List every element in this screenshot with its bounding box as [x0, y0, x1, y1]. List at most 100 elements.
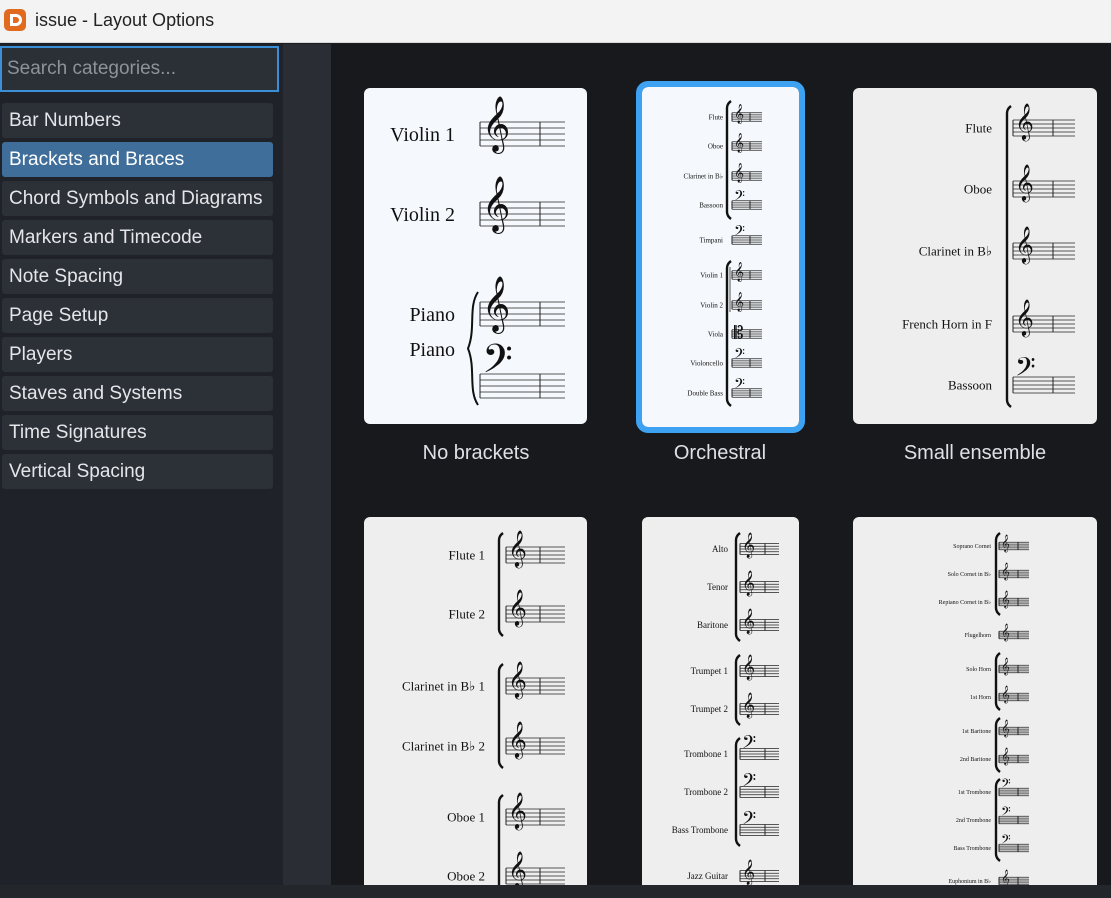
treble-clef-icon: 𝄞: [734, 133, 744, 153]
staff-name: Clarinet in B♭: [684, 172, 723, 180]
treble-clef-icon: 𝄞: [734, 262, 744, 282]
staff-name: Trombone 1: [684, 749, 728, 759]
staff-name: 1st Trombone: [958, 790, 992, 796]
staff-name: Bass Trombone: [953, 846, 991, 852]
treble-clef-icon: 𝄞: [1015, 164, 1034, 202]
treble-clef-icon: 𝄞: [742, 654, 755, 680]
category-chord-symbols-and-diagrams[interactable]: Chord Symbols and Diagrams: [2, 181, 273, 216]
staff-name: Viola: [708, 330, 724, 338]
bracket: [994, 652, 1001, 711]
staff-name: Repiano Cornet in B♭: [939, 599, 991, 606]
bass-clef-icon: 𝄢: [1015, 352, 1036, 388]
option-card-big-band[interactable]: 𝄞 Alto 𝄞 Tenor 𝄞 Baritone 𝄞 Trumpet 1 𝄞 Trumpet 2…: [642, 517, 799, 885]
staff-name: Violoncello: [690, 359, 723, 367]
staff-name: Oboe: [964, 182, 992, 197]
treble-clef-icon: 𝄞: [1001, 591, 1010, 608]
bass-clef-icon: 𝄢: [734, 188, 745, 207]
option-card-small-ensemble[interactable]: 𝄞 Flute 𝄞 Oboe 𝄞 Clarinet in B♭ 𝄞 French Horn i…: [853, 88, 1097, 424]
option-card-no-brackets[interactable]: 𝄞 Violin 1 𝄞 Violin 2 𝄞 Piano 𝄢 Piano: [364, 88, 587, 424]
category-markers-and-timecode[interactable]: Markers and Timecode: [2, 220, 273, 255]
staff-name: Flute 2: [449, 607, 485, 622]
category-page-setup[interactable]: Page Setup: [2, 298, 273, 333]
category-players[interactable]: Players: [2, 337, 273, 372]
treble-clef-icon: 𝄞: [742, 532, 755, 558]
bass-clef-icon: 𝄢: [734, 223, 745, 242]
option-card-orchestral[interactable]: 𝄞 Flute 𝄞 Oboe 𝄞 Clarinet in B♭ 𝄢 Bassoon 𝄢 Timpa…: [636, 81, 805, 433]
option-card-brass-band[interactable]: 𝄞 Soprano Cornet 𝄞 Solo Cornet in B♭ 𝄞 Repian…: [853, 517, 1097, 885]
brass-band-preview: 𝄞 Soprano Cornet 𝄞 Solo Cornet in B♭ 𝄞 Repian…: [939, 532, 1029, 885]
staff-name: Timpani: [700, 236, 724, 244]
treble-clef-icon: 𝄞: [734, 104, 744, 124]
wind-pairs-preview: 𝄞 Flute 1 𝄞 Flute 2 𝄞 Clarinet in B♭ 1 𝄞 Clarin…: [402, 530, 565, 885]
staff-name: Alto: [712, 544, 729, 554]
category-time-signatures[interactable]: Time Signatures: [2, 415, 273, 450]
staff-name: Flugelhorn: [965, 633, 991, 639]
staff-name: Trumpet 1: [691, 666, 728, 676]
staff-name: Flute: [709, 113, 723, 121]
treble-clef-icon: 𝄞: [1015, 226, 1034, 264]
staff-name: Clarinet in B♭: [919, 244, 992, 259]
bass-clef-icon: 𝄢: [734, 376, 745, 395]
treble-clef-icon: 𝄞: [1001, 720, 1010, 737]
staff-name: French Horn in F: [902, 317, 992, 332]
dorico-logo-icon: [4, 9, 26, 31]
treble-clef-icon: 𝄞: [508, 721, 527, 759]
staff-name: Baritone: [697, 620, 728, 630]
staff-name: Bassoon: [948, 378, 993, 393]
treble-clef-icon: 𝄞: [508, 661, 527, 699]
bass-clef-icon: 𝄢: [1001, 806, 1011, 822]
category-brackets-and-braces[interactable]: Brackets and Braces: [2, 142, 273, 177]
treble-clef-icon: 𝄞: [742, 692, 755, 718]
staff-name: Tenor: [707, 582, 728, 592]
staff-name: Violin 1: [390, 124, 455, 146]
orchestral-preview: 𝄞 Flute 𝄞 Oboe 𝄞 Clarinet in B♭ 𝄢 Bassoon 𝄢 Timpa…: [684, 100, 762, 407]
treble-clef-icon: 𝄞: [734, 292, 744, 312]
staff-name: Double Bass: [687, 389, 723, 397]
bass-clef-icon: 𝄢: [734, 346, 745, 365]
staff-name: Flute: [965, 121, 992, 136]
staff-name: Flute 1: [449, 548, 485, 563]
search-input[interactable]: [0, 46, 279, 92]
bracket: [734, 737, 741, 847]
bass-clef-icon: 𝄢: [742, 731, 756, 756]
treble-clef-icon: 𝄞: [482, 277, 510, 334]
staff-name: Soprano Cornet: [953, 544, 991, 550]
staff-name: 2nd Trombone: [956, 818, 992, 824]
brace: [466, 291, 479, 406]
staff-name: Oboe: [708, 142, 723, 150]
category-note-spacing[interactable]: Note Spacing: [2, 259, 273, 294]
staff-name: Oboe 2: [447, 869, 485, 884]
bracket: [497, 663, 504, 769]
category-vertical-spacing[interactable]: Vertical Spacing: [2, 454, 273, 489]
title-bar: issue - Layout Options: [0, 0, 1111, 43]
big-band-preview: 𝄞 Alto 𝄞 Tenor 𝄞 Baritone 𝄞 Trumpet 1 𝄞 Trumpet 2…: [672, 532, 779, 885]
staff-name: 1st Horn: [970, 695, 991, 701]
option-card-wind-pairs[interactable]: 𝄞 Flute 1 𝄞 Flute 2 𝄞 Clarinet in B♭ 1 𝄞 Clarin…: [364, 517, 587, 885]
bass-clef-icon: 𝄢: [742, 807, 756, 832]
treble-clef-icon: 𝄞: [1001, 624, 1010, 641]
treble-clef-icon: 𝄞: [734, 163, 744, 183]
treble-clef-icon: 𝄞: [508, 530, 527, 568]
staff-name: Violin 1: [700, 271, 723, 279]
treble-clef-icon: 𝄞: [1001, 748, 1010, 765]
bass-clef-icon: 𝄢: [1001, 834, 1011, 850]
treble-clef-icon: 𝄞: [482, 97, 510, 154]
category-bar-numbers[interactable]: Bar Numbers: [2, 103, 273, 138]
staff-name: Jazz Guitar: [687, 871, 728, 881]
treble-clef-icon: 𝄞: [1001, 686, 1010, 703]
options-gallery: 𝄞 Violin 1 𝄞 Violin 2 𝄞 Piano 𝄢 Piano No bracke…: [331, 44, 1111, 885]
category-staves-and-systems[interactable]: Staves and Systems: [2, 376, 273, 411]
bass-clef-icon: 𝄢: [742, 769, 756, 794]
staff-name: Violin 2: [700, 301, 723, 309]
status-strip: [0, 885, 1111, 898]
staff-name: Clarinet in B♭ 1: [402, 679, 485, 694]
staff-name: Trumpet 2: [691, 704, 728, 714]
staff-name: Piano: [409, 304, 455, 326]
bracket: [994, 717, 1001, 773]
window-title: issue - Layout Options: [35, 10, 215, 30]
option-label-orchestral: Orchestral: [673, 442, 767, 464]
staff-name: Solo Cornet in B♭: [948, 571, 992, 578]
sidebar-splitter[interactable]: [283, 44, 331, 885]
option-label-no-brackets: No brackets: [422, 442, 530, 464]
treble-clef-icon: 𝄞: [508, 851, 527, 885]
